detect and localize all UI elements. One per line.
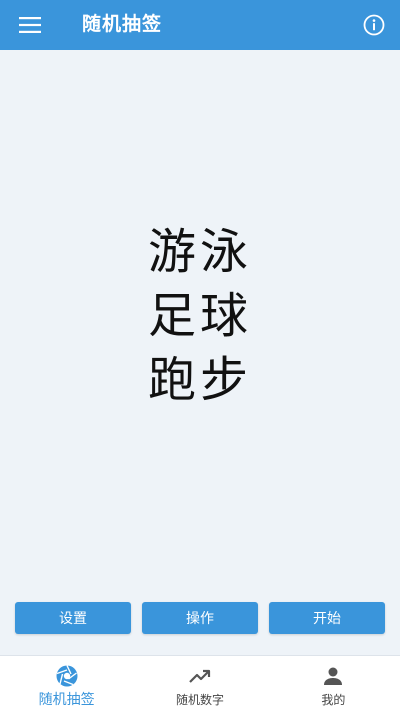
menu-button[interactable] (10, 7, 50, 43)
app-screen: 随机抽签 游泳 足球 跑步 设置 操作 开始 随机抽签 随机数字 我的 (0, 0, 400, 711)
tab-label: 随机数字 (175, 693, 224, 707)
action-buttons: 设置 操作 开始 (15, 602, 385, 634)
result-item: 足球 (147, 288, 252, 344)
operate-button[interactable]: 操作 (142, 602, 258, 634)
tab-random-draw[interactable]: 随机抽签 (0, 656, 133, 711)
tab-mine[interactable]: 我的 (267, 656, 400, 711)
page-title: 随机抽签 (82, 13, 163, 35)
start-button[interactable]: 开始 (269, 602, 385, 634)
person-icon (321, 664, 345, 688)
tab-label: 随机抽签 (38, 692, 95, 708)
tab-label: 我的 (321, 693, 346, 707)
bottom-tab-bar: 随机抽签 随机数字 我的 (0, 655, 400, 711)
result-item: 跑步 (147, 352, 252, 408)
aperture-icon (55, 664, 79, 688)
result-item: 游泳 (147, 224, 252, 280)
info-button[interactable] (360, 11, 388, 39)
draw-results: 游泳 足球 跑步 (0, 220, 400, 412)
app-bar: 随机抽签 (0, 0, 400, 50)
trending-up-icon (188, 664, 212, 688)
menu-icon (19, 17, 41, 33)
tab-random-number[interactable]: 随机数字 (133, 656, 266, 711)
info-icon (363, 14, 385, 36)
settings-button[interactable]: 设置 (15, 602, 131, 634)
